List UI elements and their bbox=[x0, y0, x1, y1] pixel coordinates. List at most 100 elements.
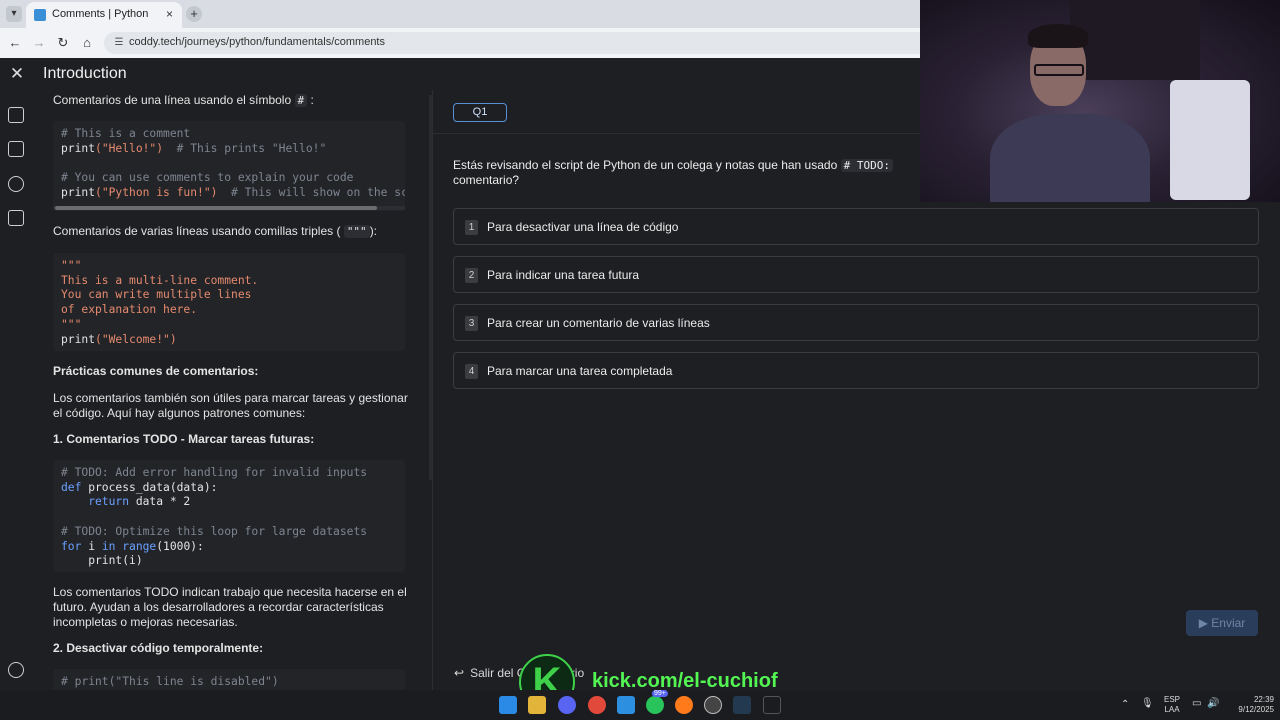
whatsapp-icon[interactable] bbox=[646, 696, 664, 714]
steam-icon[interactable] bbox=[733, 696, 751, 714]
network-icon[interactable]: ▭ bbox=[1192, 698, 1201, 709]
notification-badge: 99+ bbox=[652, 690, 668, 697]
close-icon[interactable]: ✕ bbox=[9, 64, 25, 84]
question-text: Estás revisando el script de Python de u… bbox=[453, 158, 923, 188]
option-label: Para indicar una tarea futura bbox=[487, 268, 640, 282]
browser-tab[interactable]: Comments | Python × bbox=[26, 2, 182, 28]
back-arrow-icon[interactable]: ← bbox=[6, 34, 24, 52]
lesson-text: Comentarios de varias líneas usando comi… bbox=[53, 224, 341, 238]
question-tab-q1[interactable]: Q1 bbox=[453, 103, 507, 122]
option-label: Para marcar una tarea completada bbox=[487, 364, 673, 378]
lesson-text: ): bbox=[369, 224, 378, 238]
microphone-icon[interactable]: 🎙 bbox=[1141, 698, 1154, 709]
clock-time: 22:39 bbox=[1253, 695, 1274, 704]
firefox-icon[interactable] bbox=[675, 696, 693, 714]
code-line: print(i) bbox=[61, 554, 143, 568]
send-button[interactable]: ▶ Enviar bbox=[1186, 610, 1258, 636]
tab-title: Comments | Python bbox=[52, 8, 149, 20]
lesson-paragraph: Comentarios de varias líneas usando comi… bbox=[53, 224, 413, 239]
code-horizontal-scrollbar[interactable] bbox=[53, 206, 405, 210]
clock-date: 9/12/2025 bbox=[1238, 705, 1274, 714]
code-line: This is a multi-line comment. bbox=[61, 273, 259, 287]
question-text-part: comentario? bbox=[453, 173, 520, 187]
github-icon[interactable] bbox=[704, 696, 722, 714]
tray-chevron-icon[interactable]: ⌃ bbox=[1121, 699, 1129, 710]
answer-option[interactable]: 2 Para indicar una tarea futura bbox=[453, 256, 1259, 293]
code-line: # This is a comment bbox=[61, 127, 191, 140]
clock[interactable]: 22:39 9/12/2025 bbox=[1224, 695, 1274, 715]
code-line: ("Welcome!") bbox=[95, 332, 177, 346]
tab-search-button[interactable]: ▾ bbox=[6, 6, 22, 22]
webcam-overlay bbox=[920, 0, 1280, 202]
address-bar[interactable]: ☰ coddy.tech/journeys/python/fundamental… bbox=[104, 32, 934, 54]
code-line: of explanation here. bbox=[61, 303, 198, 317]
option-label: Para crear un comentario de varias línea… bbox=[487, 316, 710, 330]
search-doc-icon[interactable] bbox=[8, 141, 24, 157]
app-icon[interactable] bbox=[763, 696, 781, 714]
option-number: 1 bbox=[465, 220, 478, 235]
webcam-console bbox=[1170, 80, 1250, 200]
code-line: # print("This line is disabled") bbox=[61, 675, 279, 688]
code-line: print bbox=[61, 332, 96, 346]
help-icon[interactable] bbox=[8, 176, 24, 192]
code-line: return bbox=[61, 495, 130, 509]
home-icon[interactable]: ⌂ bbox=[78, 34, 96, 52]
answer-option[interactable]: 1 Para desactivar una línea de código bbox=[453, 208, 1259, 245]
send-label: Enviar bbox=[1211, 616, 1246, 630]
code-line: for bbox=[61, 539, 82, 553]
code-line: in bbox=[101, 539, 116, 553]
tab-close-icon[interactable]: × bbox=[166, 7, 173, 21]
code-block-disable: # print("This line is disabled") bbox=[53, 669, 405, 690]
vscode-icon[interactable] bbox=[617, 696, 635, 714]
panel-divider bbox=[432, 90, 433, 690]
file-explorer-icon[interactable] bbox=[528, 696, 546, 714]
taskbar: 99+ ⌃ 🎙 ESP LAA ▭ 🔊 22:39 9/12/2025 bbox=[0, 690, 1280, 720]
answer-option[interactable]: 3 Para crear un comentario de varias lín… bbox=[453, 304, 1259, 341]
tab-favicon-icon bbox=[34, 9, 46, 21]
option-number: 3 bbox=[465, 316, 478, 331]
scrollbar-thumb[interactable] bbox=[55, 206, 377, 210]
site-info-icon[interactable]: ☰ bbox=[112, 36, 126, 50]
code-line: ("Python is fun!") bbox=[95, 185, 218, 199]
webcam-hair bbox=[1028, 24, 1088, 48]
windows-start-icon[interactable] bbox=[499, 696, 517, 714]
code-line: ("Hello!") bbox=[95, 141, 164, 155]
forward-arrow-icon[interactable]: → bbox=[30, 34, 48, 52]
inline-code: # bbox=[294, 94, 308, 107]
code-line: """ bbox=[61, 317, 82, 331]
lesson-paragraph: Comentarios de una línea usando el símbo… bbox=[53, 93, 413, 108]
question-text-part: Estás revisando el script de Python de u… bbox=[453, 158, 838, 172]
volume-icon[interactable]: 🔊 bbox=[1207, 698, 1219, 709]
play-icon: ▶ bbox=[1198, 616, 1208, 630]
code-line: print bbox=[61, 185, 96, 199]
webcam-body bbox=[990, 114, 1150, 202]
reload-icon[interactable]: ↻ bbox=[54, 34, 72, 52]
webcam-person bbox=[990, 20, 1150, 202]
inline-code: # TODO: bbox=[840, 159, 893, 172]
code-line: You can write multiple lines bbox=[61, 288, 252, 302]
code-block-single-line: # This is a comment print("Hello!") # Th… bbox=[53, 121, 405, 211]
return-arrow-icon: ↩ bbox=[454, 666, 465, 680]
chrome-icon[interactable] bbox=[588, 696, 606, 714]
question-icon[interactable] bbox=[8, 662, 24, 678]
option-label: Para desactivar una línea de código bbox=[487, 220, 679, 234]
page-title: Introduction bbox=[43, 65, 127, 82]
language-indicator[interactable]: ESP LAA bbox=[1161, 695, 1183, 715]
answer-option[interactable]: 4 Para marcar una tarea completada bbox=[453, 352, 1259, 389]
url-text: coddy.tech/journeys/python/fundamentals/… bbox=[129, 36, 385, 48]
lesson-panel: Comentarios de una línea usando el símbo… bbox=[33, 90, 431, 690]
side-rail bbox=[0, 90, 32, 690]
code-line: range bbox=[115, 539, 157, 553]
lesson-icon[interactable] bbox=[8, 107, 24, 123]
code-line: i bbox=[81, 539, 102, 553]
new-tab-button[interactable]: + bbox=[186, 6, 202, 22]
section-heading: 2. Desactivar código temporalmente: bbox=[53, 641, 264, 655]
section-heading: Prácticas comunes de comentarios: bbox=[53, 364, 259, 378]
code-line: """ bbox=[61, 259, 82, 272]
inline-code: """ bbox=[343, 225, 370, 238]
feedback-icon[interactable] bbox=[8, 210, 24, 226]
discord-icon[interactable] bbox=[558, 696, 576, 714]
lesson-paragraph: Los comentarios también son útiles para … bbox=[53, 391, 408, 420]
code-line: # This prints "Hello!" bbox=[163, 141, 327, 155]
code-line: print bbox=[61, 141, 96, 155]
